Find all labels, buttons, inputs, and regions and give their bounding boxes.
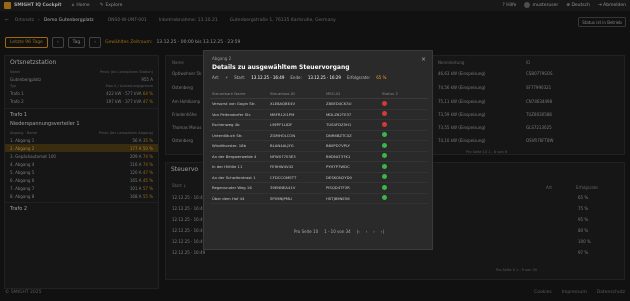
status-ok-icon (382, 153, 387, 159)
table-row[interactable]: Über dem Hof 44 SP09NJPMLI HSTJ89NE56 (210, 194, 428, 204)
status-ok-icon (382, 174, 387, 180)
table-row[interactable]: Von Peltendorfer Str. M8FR12I1PM MDLZ62TE3… (210, 110, 428, 120)
first-page-icon[interactable]: |‹ (357, 229, 360, 234)
status-ok-icon (382, 132, 387, 138)
table-row[interactable]: Versorst von Gagin Str. XLE8AQBE4V Z80ED4C… (210, 99, 428, 110)
modal-table: Steuerbare Name Steuerbox-ID MSO-ID Stat… (210, 89, 428, 204)
page-range: 1 - 10 von 34 (324, 229, 351, 234)
table-row[interactable]: Eschenweg 4b L9EPF1LIDF TUS4FDZ5H1 (210, 120, 428, 131)
table-row[interactable]: In der Hilfdle 11 FE9HW4V42 PYHTP7WDC (210, 162, 428, 173)
status-ok-icon (382, 163, 387, 169)
table-row[interactable]: An der Schwitentrast 1 CFDCCOMEТT DESKON2Y… (210, 173, 428, 183)
table-row[interactable]: Unterdläuch Str. ZGMHOLCON DNR6BZTC0Z (210, 131, 428, 141)
table-row[interactable]: Regensruder Weg 16 39ENNEA41V PISQD4TF3R (210, 183, 428, 194)
page-size-select[interactable]: Pro Seite 10 (294, 229, 318, 234)
status-ok-icon (382, 184, 387, 190)
modal-subtitle: Abgang 2 (212, 56, 232, 61)
status-error-icon (382, 111, 387, 117)
details-modal: Abgang 2 × Details zu ausgewähltem Steue… (203, 50, 433, 250)
status-sort[interactable]: Status ↕ (382, 91, 422, 96)
modal-meta: Art: ⚡ Start: 13.12.25 · 16:49 Ende: 13.12… (212, 75, 387, 80)
modal-pager: Pro Seite 10 1 - 10 von 34 |‹ ‹ › ›| (294, 229, 384, 234)
last-page-icon[interactable]: ›| (381, 229, 384, 234)
status-error-icon (382, 100, 387, 106)
next-page-icon[interactable]: › (373, 229, 375, 234)
status-ok-icon (382, 142, 387, 148)
status-ok-icon (382, 195, 387, 201)
modal-title: Details zu ausgewähltem Steuervorgang (212, 64, 350, 71)
table-row[interactable]: Windthorster. 18b BLAN4ALJYG B60PD7VPLY (210, 141, 428, 152)
prev-page-icon[interactable]: ‹ (366, 229, 368, 234)
table-header: Steuerbare Name Steuerbox-ID MSO-ID Stat… (210, 89, 428, 99)
table-row[interactable]: An der Bergwerwelde 4 NFW07703E3 B9DNLT37K… (210, 152, 428, 162)
power-icon: ⚡ (225, 75, 229, 80)
close-icon[interactable]: × (421, 56, 426, 63)
status-error-icon (382, 121, 387, 127)
